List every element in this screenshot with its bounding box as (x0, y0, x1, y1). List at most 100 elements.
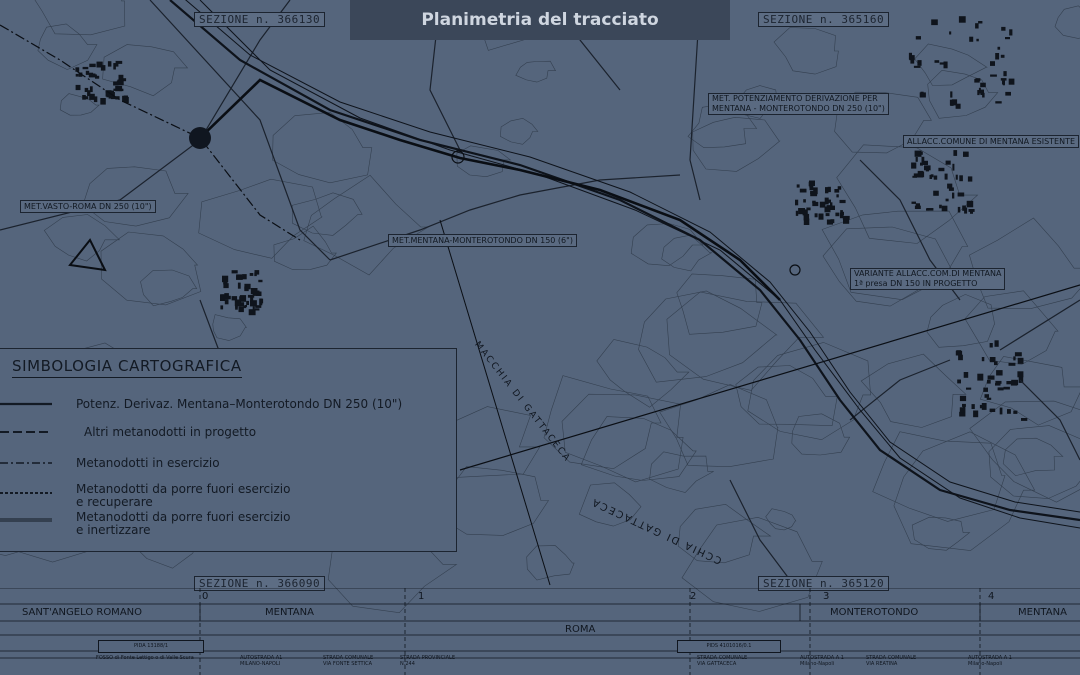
building (796, 184, 800, 188)
building (100, 65, 106, 71)
contour-line (773, 27, 839, 75)
building (1008, 362, 1016, 366)
building (814, 213, 818, 218)
crossing-autostrada-2: AUTOSTRADA A 1 Milano-Napoli (800, 655, 844, 667)
building (944, 173, 948, 180)
building (997, 46, 1001, 50)
building (834, 189, 840, 193)
building (919, 151, 923, 155)
contour-line (34, 0, 126, 36)
building (938, 167, 945, 172)
crossing-gattaceca: STRADA COMUNALE VIA GATTACECA (697, 655, 748, 667)
building (974, 78, 980, 83)
building (989, 343, 993, 348)
contour-line (303, 174, 430, 276)
building (237, 282, 241, 289)
contour-line (1054, 5, 1080, 39)
building (1017, 357, 1024, 364)
building (939, 204, 942, 209)
building (254, 272, 257, 277)
marker-pids[interactable]: PIDS 4101016/0.1 (677, 640, 781, 653)
building (995, 383, 1001, 386)
building (933, 190, 939, 196)
label-variante-line1: VARIANTE ALLACC.COM.DI MENTANA (854, 269, 1002, 278)
building (117, 79, 120, 83)
building (987, 375, 995, 380)
building (952, 163, 955, 171)
building (250, 296, 254, 302)
section-label-top-right: SEZIONE n. 365160 (758, 12, 890, 27)
building (803, 213, 810, 221)
building (955, 350, 963, 356)
contour-line (872, 431, 1006, 522)
municipality-monterotondo: MONTEROTONDO (830, 607, 919, 618)
building (957, 379, 961, 384)
contour-line (140, 269, 198, 307)
building (242, 274, 247, 280)
building (962, 403, 966, 407)
building (915, 157, 918, 162)
crossing-reatina: STRADA COMUNALE VIA REATINA (866, 655, 917, 667)
legend-item-inert: Metanodotti da porre fuori esercizio e i… (0, 511, 450, 537)
building (803, 199, 806, 203)
label-allacc-existing: ALLACC.COMUNE DI MENTANA ESISTENTE (903, 135, 1080, 148)
junction-node (189, 127, 211, 149)
building (1003, 71, 1007, 77)
contour-line (927, 69, 999, 119)
building (914, 205, 921, 209)
contour-line (82, 166, 189, 227)
building (959, 411, 966, 417)
legend-item-recover: Metanodotti da porre fuori esercizio e r… (0, 483, 450, 509)
building (955, 174, 958, 180)
building (236, 275, 243, 280)
contour-line (659, 384, 779, 468)
building (920, 91, 924, 96)
building (93, 96, 98, 103)
building (1001, 26, 1006, 31)
km-mark-4: 4 (988, 591, 995, 602)
label-potenziamento-line1: MET. POTENZIAMENTO DERIVAZIONE PER (712, 94, 878, 103)
building (979, 404, 985, 409)
building (953, 150, 958, 156)
building (913, 173, 920, 177)
building (957, 206, 961, 213)
building (966, 200, 974, 208)
contour-line (500, 117, 539, 145)
building (825, 213, 830, 217)
crossing-fosso: FOSSO di Fonte Lettigo o di Valle Scura (96, 655, 194, 661)
building (995, 53, 1000, 60)
label-mentana-monterotondo: MET.MENTANA-MONTEROTONDO DN 150 (6") (388, 234, 577, 247)
contour-line (515, 60, 557, 83)
building (1009, 29, 1013, 36)
building (910, 58, 915, 64)
building (984, 394, 989, 398)
municipality-sant-angelo: SANT'ANGELO ROMANO (22, 607, 143, 618)
building (1003, 386, 1010, 390)
building (223, 283, 229, 289)
contour-line (100, 231, 202, 306)
building (115, 60, 123, 64)
building (819, 201, 826, 208)
building (224, 295, 231, 300)
municipality-mentana-2: MENTANA (1018, 607, 1067, 618)
marker-pida[interactable]: PIDA 13188/1 (98, 640, 204, 653)
label-variante-line2: 1ª presa DN 150 IN PROGETTO (854, 279, 978, 288)
building (947, 183, 953, 189)
building (1013, 356, 1016, 361)
legend-item-proposed: Potenz. Derivaz. Mentana–Monterotondo DN… (0, 398, 450, 422)
km-mark-1: 1 (418, 591, 425, 602)
legend-text-recover-line2: e recuperare (76, 495, 153, 509)
contour-line (1002, 437, 1064, 477)
building (113, 63, 116, 70)
building (220, 294, 226, 301)
building (250, 288, 258, 295)
building (911, 201, 916, 204)
legend-swatch-dashed (0, 431, 52, 433)
building (85, 70, 90, 75)
building (980, 82, 986, 88)
contour-line (561, 393, 684, 483)
building (955, 103, 961, 109)
contour-line (911, 516, 971, 551)
building (824, 197, 829, 205)
building (949, 99, 953, 106)
